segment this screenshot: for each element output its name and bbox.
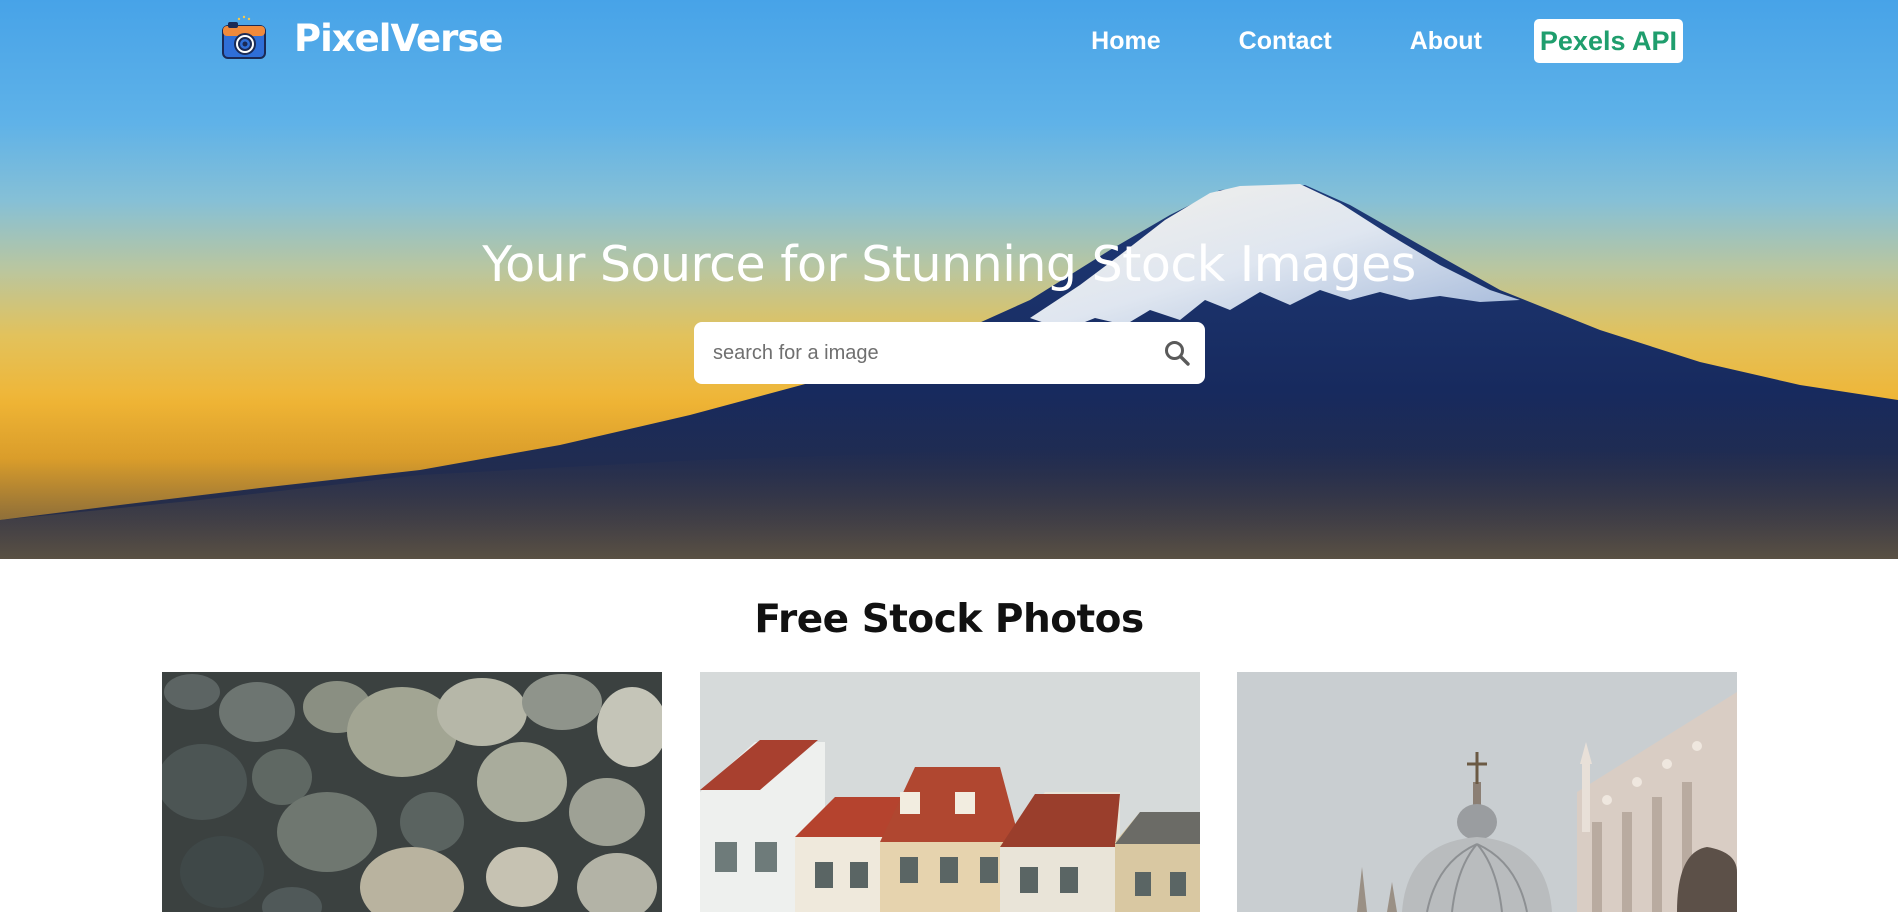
- photo-card-dome[interactable]: [1237, 672, 1737, 912]
- photo-card-pebbles[interactable]: [162, 672, 662, 912]
- brand-logo[interactable]: PixelVerse: [220, 14, 504, 62]
- section-title: Free Stock Photos: [754, 597, 1144, 642]
- search-bar: [694, 322, 1205, 384]
- camera-icon: [222, 15, 266, 59]
- brand-name: PixelVerse: [294, 16, 504, 60]
- search-input[interactable]: [694, 322, 1149, 384]
- search-button[interactable]: [1149, 322, 1205, 384]
- townhouses-image: [700, 672, 1200, 912]
- nav-home-link[interactable]: Home: [1091, 17, 1160, 65]
- dome-image: [1237, 672, 1737, 912]
- search-icon: [1165, 341, 1190, 366]
- pexels-api-button[interactable]: Pexels API: [1533, 19, 1683, 63]
- photo-card-townhouses[interactable]: [700, 672, 1200, 912]
- nav-contact-link[interactable]: Contact: [1239, 17, 1332, 65]
- pebbles-image: [162, 672, 662, 912]
- navbar: PixelVerse Home Contact About Pexels API: [0, 0, 1898, 80]
- nav-links: Home Contact About Pexels API: [1091, 17, 1683, 65]
- nav-about-link[interactable]: About: [1410, 17, 1482, 65]
- hero-title: Your Source for Stunning Stock Images: [482, 236, 1416, 293]
